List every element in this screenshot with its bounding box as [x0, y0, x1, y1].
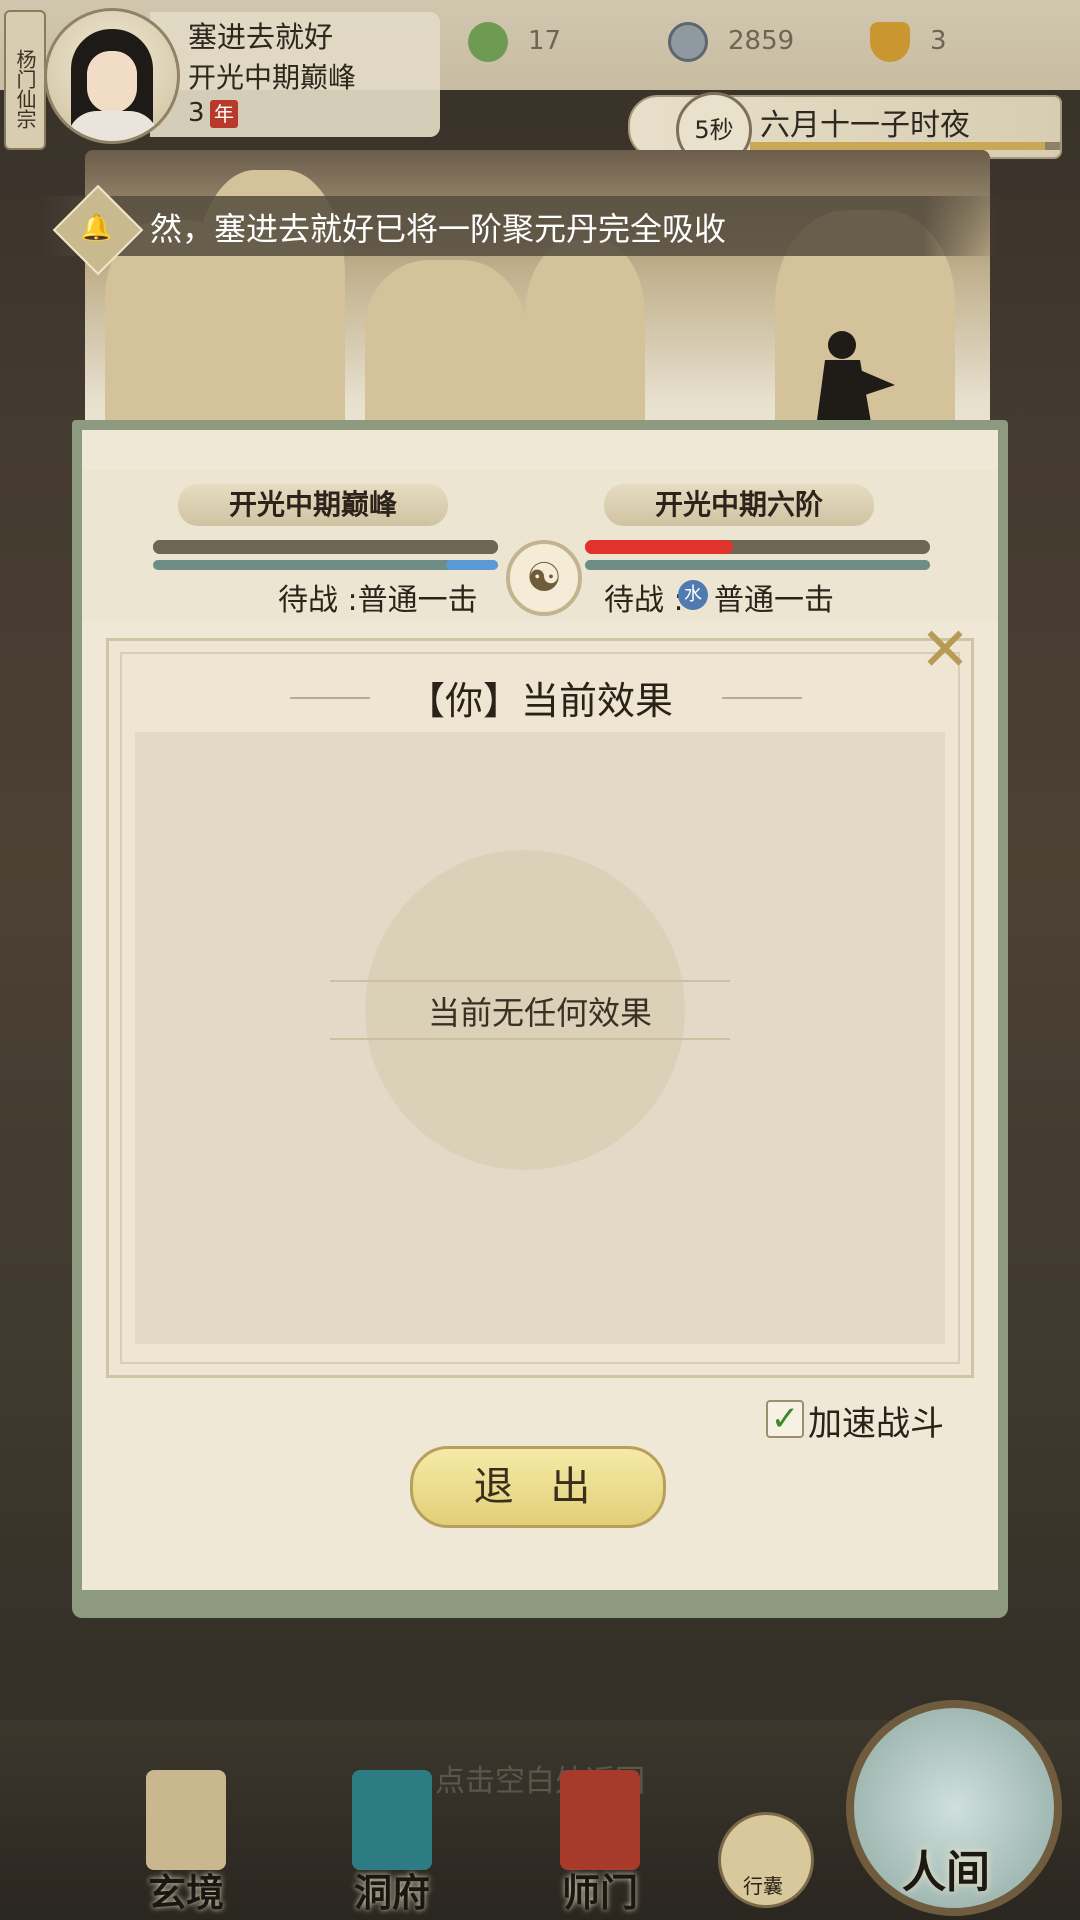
nav-item-dongfu[interactable]: 洞府	[322, 1770, 462, 1915]
speed-battle-checkbox[interactable]: ✓	[766, 1400, 804, 1438]
enemy-realm-plate: 开光中期六阶	[604, 484, 874, 526]
enemy-hp-bar	[585, 540, 930, 554]
player-hp-fill	[153, 540, 498, 554]
mountain	[525, 240, 645, 430]
player-years-unit: 年	[210, 100, 238, 128]
ingot-icon	[870, 22, 910, 62]
jade-icon	[468, 22, 508, 62]
player-name: 塞进去就好	[188, 20, 334, 54]
player-mp-bar	[153, 560, 498, 570]
pavilion-icon	[352, 1770, 432, 1870]
enemy-hp-fill	[585, 540, 734, 554]
divider	[330, 1038, 730, 1040]
time-date: 六月十一子时夜	[760, 108, 970, 143]
player-years: 3	[188, 98, 205, 128]
nav-label: 玄境	[147, 1870, 224, 1915]
avatar-face	[87, 51, 137, 113]
water-element-icon: 水	[678, 580, 708, 610]
coin-icon	[668, 22, 708, 62]
world-label: 人间	[902, 1847, 990, 1898]
mountain	[365, 260, 525, 430]
scroll-icon	[146, 1770, 226, 1870]
divider	[330, 980, 730, 982]
nav-item-shimen[interactable]: 师门	[530, 1770, 670, 1915]
enemy-mp-bar	[585, 560, 930, 570]
bell-icon: 🔔	[80, 213, 113, 243]
banner-icon	[560, 1770, 640, 1870]
resource-jade-value: 17	[528, 26, 562, 56]
time-progress-fill	[750, 142, 1045, 150]
player-mp-fill	[446, 560, 498, 570]
notice-text: 然，塞进去就好已将一阶聚元丹完全吸收	[150, 210, 727, 248]
pouch-label: 行囊	[743, 1874, 783, 1898]
speed-battle-label[interactable]: 加速战斗	[808, 1396, 944, 1445]
enemy-status-prefix: 待战 :	[604, 583, 684, 618]
enemy-status-skill: 普通一击	[714, 583, 834, 618]
resource-coin-value: 2859	[728, 26, 795, 56]
exit-button[interactable]: 退 出	[410, 1446, 666, 1528]
resource-ingot[interactable]: 3	[870, 22, 980, 62]
resource-ingot-value: 3	[930, 26, 947, 56]
close-icon[interactable]: ✕	[916, 618, 974, 682]
nav-label: 师门	[561, 1870, 638, 1915]
player-realm-plate: 开光中期巅峰	[178, 484, 448, 526]
avatar-robe	[67, 111, 159, 141]
battle-panel-bottom	[72, 1590, 1008, 1618]
player-realm: 开光中期巅峰	[188, 61, 357, 94]
time-progress-bar	[750, 142, 1060, 150]
enemy-mp-fill	[585, 560, 930, 570]
player-status: 待战 :普通一击	[278, 583, 478, 618]
player-hp-bar	[153, 540, 498, 554]
sect-tag: 杨门仙宗	[4, 10, 46, 150]
empty-effects-text: 当前无任何效果	[427, 994, 652, 1032]
nav-item-xuanjing[interactable]: 玄境	[116, 1770, 256, 1915]
taiji-icon: ☯	[506, 540, 582, 616]
nav-label: 洞府	[353, 1870, 430, 1915]
resource-jade[interactable]: 17	[468, 22, 588, 62]
player-avatar[interactable]	[44, 8, 180, 144]
resource-coin[interactable]: 2859	[668, 22, 818, 62]
